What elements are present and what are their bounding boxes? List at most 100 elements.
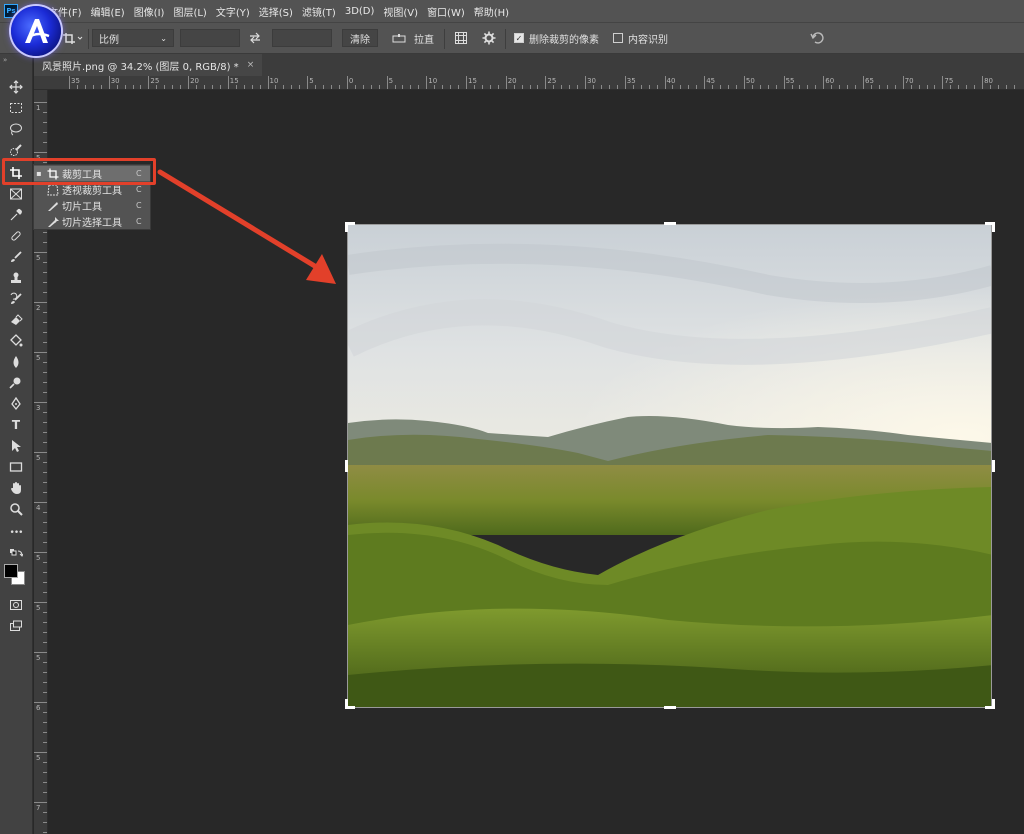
type-icon[interactable]: T (5, 416, 27, 434)
eraser-icon[interactable] (5, 311, 27, 329)
screen-mode-icon[interactable] (5, 617, 27, 635)
history-brush-icon[interactable] (5, 290, 27, 308)
hand-icon[interactable] (5, 479, 27, 497)
dodge-icon[interactable] (5, 374, 27, 392)
level-icon (392, 34, 406, 43)
delete-cropped-checkbox[interactable]: ✓ 删除裁剪的像素 (514, 29, 599, 47)
ruler-minor-tick (410, 85, 412, 89)
ruler-minor-tick (1005, 85, 1007, 89)
ruler-tick (743, 76, 745, 89)
ruler-minor-tick (43, 292, 47, 293)
ruler-label: 10 (428, 77, 438, 85)
ruler-minor-tick (521, 85, 523, 89)
ruler-label: 15 (468, 77, 477, 85)
more-icon[interactable]: ••• (5, 524, 27, 542)
ruler-tick (34, 152, 47, 153)
tool-preset-icon[interactable] (62, 29, 84, 47)
ruler-minor-tick (43, 812, 47, 813)
ruler-minor-tick (251, 85, 253, 89)
ratio-select[interactable]: 比例 ⌄ (92, 29, 174, 47)
undo-icon[interactable] (810, 29, 824, 47)
ruler-minor-tick (354, 85, 356, 89)
ruler-tick (34, 302, 47, 303)
ruler-tick (69, 76, 70, 89)
ruler-minor-tick (926, 85, 928, 89)
ruler-label: 60 (825, 77, 835, 85)
width-field[interactable] (180, 29, 240, 47)
eyedropper-icon[interactable] (5, 206, 27, 224)
ruler-minor-tick (43, 522, 47, 523)
path-select-icon[interactable] (5, 437, 27, 455)
marquee-icon[interactable] (5, 99, 27, 117)
ruler-minor-tick (759, 85, 761, 89)
menu-image[interactable]: 图像(I) (134, 4, 165, 19)
ruler-label: 5 (36, 554, 41, 562)
blur-icon[interactable] (5, 353, 27, 371)
menu-edit[interactable]: 编辑(E) (91, 4, 125, 19)
ruler-tick (664, 76, 666, 89)
menu-select[interactable]: 选择(S) (259, 4, 293, 19)
lasso-icon[interactable] (5, 120, 27, 138)
menu-view[interactable]: 视图(V) (383, 4, 418, 19)
foreground-color[interactable] (4, 564, 28, 588)
document-tab[interactable]: 风景照片.png @ 34.2% (图层 0, RGB/8) * × (34, 54, 263, 76)
ruler-minor-tick (43, 282, 47, 283)
content-aware-checkbox[interactable]: 内容识别 (613, 29, 668, 47)
ruler-minor-tick (43, 682, 47, 683)
straighten-button[interactable]: 拉直 (392, 29, 434, 47)
ruler-minor-tick (43, 732, 47, 733)
ruler-minor-tick (43, 112, 47, 113)
ruler-minor-tick (291, 85, 293, 89)
flyout-shortcut: C (136, 185, 142, 194)
ruler-minor-tick (43, 262, 47, 263)
menu-window[interactable]: 窗口(W) (427, 4, 465, 19)
menu-3d[interactable]: 3D(D) (345, 6, 375, 17)
overlay-grid-icon[interactable] (454, 29, 468, 47)
ruler-minor-tick (767, 85, 769, 89)
brush-icon[interactable] (5, 248, 27, 266)
ruler-minor-tick (648, 85, 650, 89)
zoom-icon[interactable] (5, 500, 27, 518)
quick-select-icon[interactable] (5, 141, 27, 159)
bucket-icon[interactable] (5, 332, 27, 350)
gear-icon[interactable] (482, 29, 496, 47)
flyout-item-slice[interactable]: 切片工具 C (34, 198, 150, 213)
ruler-minor-tick (43, 242, 47, 243)
ruler-minor-tick (561, 85, 563, 89)
swap-arrows-icon[interactable] (248, 29, 262, 47)
ruler-minor-tick (712, 85, 714, 89)
menu-layer[interactable]: 图层(L) (173, 4, 206, 19)
horizontal-ruler[interactable]: 35 30 25 20 15 10 5 0 5 10 15 20 25 30 35 40 45 50 55 60 65 7… (34, 76, 1024, 90)
ruler-minor-tick (315, 85, 317, 89)
ruler-minor-tick (720, 85, 722, 89)
stamp-icon[interactable] (5, 269, 27, 287)
healing-icon[interactable] (5, 227, 27, 245)
ruler-minor-tick (43, 312, 47, 313)
frame-icon[interactable] (5, 185, 27, 203)
slice-select-icon (44, 216, 62, 228)
ruler-minor-tick (43, 422, 47, 423)
menu-filter[interactable]: 滤镜(T) (302, 4, 336, 19)
move-icon[interactable] (5, 78, 27, 96)
height-field[interactable] (272, 29, 332, 47)
ruler-minor-tick (299, 85, 301, 89)
canvas-area[interactable] (48, 90, 1024, 834)
quick-mask-icon[interactable] (5, 596, 27, 614)
flyout-item-slice-select[interactable]: 切片选择工具 C (34, 214, 150, 229)
panel-collapse-icon[interactable]: » (3, 56, 7, 64)
swap-colors-icon[interactable] (5, 548, 27, 560)
landscape-photo[interactable] (347, 224, 992, 708)
ruler-minor-tick (43, 722, 47, 723)
menu-help[interactable]: 帮助(H) (474, 4, 509, 19)
close-tab-icon[interactable]: × (247, 60, 255, 70)
ruler-minor-tick (632, 85, 634, 89)
ruler-label: 7 (36, 804, 41, 812)
ruler-minor-tick (43, 562, 47, 563)
ruler-label: 35 (626, 77, 636, 85)
menu-type[interactable]: 文字(Y) (216, 4, 250, 19)
clear-button[interactable]: 清除 (342, 29, 378, 47)
pen-icon[interactable] (5, 395, 27, 413)
annotation-highlight-box (2, 158, 156, 185)
ruler-tick (227, 76, 229, 89)
rectangle-icon[interactable] (5, 458, 27, 476)
